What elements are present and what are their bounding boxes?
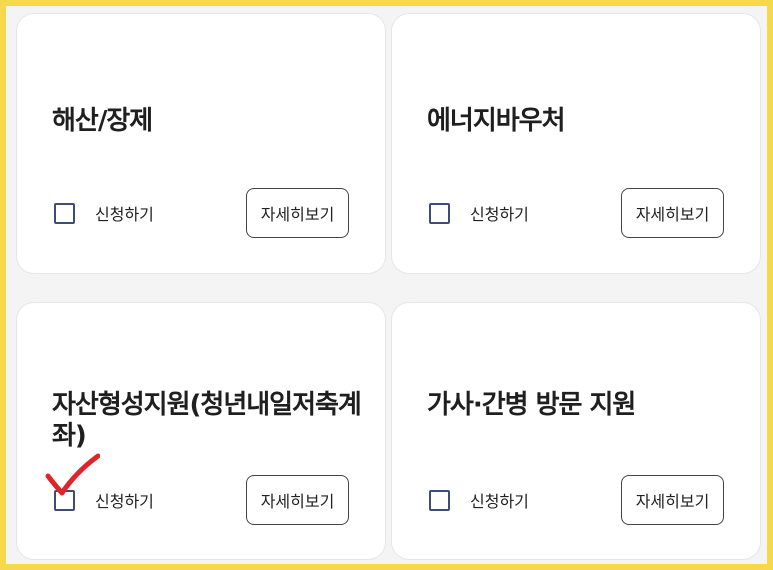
apply-checkbox[interactable] xyxy=(429,489,450,511)
card-asset-formation: 자산형성지원(청년내일저축계좌) 신청하기 자세히보기 xyxy=(16,302,386,560)
card-energy-voucher: 에너지바우처 신청하기 자세히보기 xyxy=(391,13,761,274)
detail-button[interactable]: 자세히보기 xyxy=(246,475,349,525)
card-title: 해산/장제 xyxy=(52,106,153,136)
apply-checkbox-row[interactable]: 신청하기 xyxy=(429,201,529,225)
card-title: 자산형성지원(청년내일저축계좌) xyxy=(52,390,362,451)
detail-button[interactable]: 자세히보기 xyxy=(246,188,349,238)
apply-checkbox-row[interactable]: 신청하기 xyxy=(429,488,529,512)
apply-label: 신청하기 xyxy=(470,205,529,224)
card-housework-care: 가사·간병 방문 지원 신청하기 자세히보기 xyxy=(391,302,761,560)
card-title: 가사·간병 방문 지원 xyxy=(427,390,636,420)
detail-button[interactable]: 자세히보기 xyxy=(621,475,724,525)
apply-checkbox[interactable] xyxy=(429,202,450,224)
apply-label: 신청하기 xyxy=(95,205,154,224)
apply-label: 신청하기 xyxy=(470,492,529,511)
card-title: 에너지바우처 xyxy=(427,106,566,136)
detail-button[interactable]: 자세히보기 xyxy=(621,188,724,238)
apply-checkbox-row[interactable]: 신청하기 xyxy=(54,201,154,225)
red-checkmark-icon xyxy=(45,453,100,496)
apply-checkbox[interactable] xyxy=(54,202,75,224)
card-funeral-support: 해산/장제 신청하기 자세히보기 xyxy=(16,13,386,274)
apply-label: 신청하기 xyxy=(95,492,154,511)
frame: 해산/장제 신청하기 자세히보기 에너지바우처 신청하기 자세히보기 자산형성지… xyxy=(6,6,767,564)
